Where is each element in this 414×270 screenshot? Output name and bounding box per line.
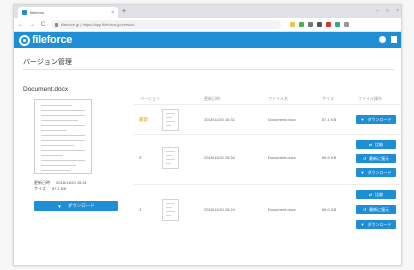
- close-window-button[interactable]: ×: [396, 7, 399, 16]
- meta-label-size: サイズ: [34, 186, 46, 191]
- table-row: 2 2018/11/20 15:30 Document.docx 86.9 KB…: [134, 134, 401, 183]
- table-row: 1 2018/11/20 15:24 Document.docx 86.0 KB…: [134, 184, 401, 234]
- download-icon: ▼: [360, 170, 365, 175]
- document-meta: 更新日時 2018/11/20 15:31 サイズ 87.1 KB: [34, 180, 87, 192]
- logo-text: fileforce: [32, 34, 73, 46]
- download-icon: ▼: [57, 203, 62, 209]
- maximize-button[interactable]: □: [386, 7, 389, 16]
- filename-cell: Document.docx: [268, 207, 296, 212]
- restore-button[interactable]: ↺ 最新に復元: [356, 154, 396, 163]
- row-download-label: ダウンロード: [367, 169, 392, 175]
- extension-dark-icon[interactable]: [317, 22, 322, 27]
- restore-icon: ↺: [362, 207, 367, 212]
- header-size: サイズ: [322, 96, 334, 101]
- restore-button[interactable]: ↺ 最新に復元: [356, 205, 396, 214]
- header-version: バージョン: [140, 96, 160, 101]
- version-thumbnail[interactable]: [162, 199, 179, 221]
- row-download-label: ダウンロード: [367, 221, 392, 227]
- date-cell: 2018/11/20 15:24: [204, 207, 235, 212]
- fileforce-logo[interactable]: fileforce: [19, 34, 72, 46]
- download-icon: ▼: [360, 117, 365, 122]
- tab-close-icon[interactable]: ×: [111, 10, 114, 16]
- restore-label: 最新に復元: [369, 206, 390, 212]
- address-bar: ← → C fileforce.jp | https://app.filefor…: [14, 18, 401, 32]
- url-text: fileforce.jp | https://app.fileforce.jp/…: [61, 22, 135, 27]
- restore-icon: ↺: [362, 156, 367, 161]
- document-preview: [34, 99, 92, 174]
- row-download-button[interactable]: ▼ ダウンロード: [356, 168, 396, 177]
- back-button[interactable]: ←: [18, 22, 24, 28]
- lock-icon: [55, 22, 58, 27]
- filename-cell: Document.docx: [268, 155, 296, 160]
- screen: fileforce × + – □ × ← → C fileforce.jp |…: [0, 0, 414, 270]
- compare-icon: ⇄: [368, 192, 373, 197]
- url-field[interactable]: fileforce.jp | https://app.fileforce.jp/…: [51, 20, 281, 29]
- header-actions: ファイル操作: [358, 96, 382, 101]
- user-icon[interactable]: [391, 36, 397, 43]
- size-cell: 86.9 KB: [322, 155, 337, 160]
- date-cell: 2018/11/20 15:30: [204, 155, 235, 160]
- extension-icons: [290, 22, 349, 27]
- version-cell: 1: [139, 207, 142, 212]
- logo-mark-icon: [19, 34, 30, 46]
- window-controls: – □ ×: [376, 7, 399, 16]
- table-header: バージョン 更新日時 ファイル名 サイズ ファイル操作: [136, 95, 401, 103]
- reload-button[interactable]: C: [40, 22, 46, 28]
- help-icon[interactable]: [379, 36, 386, 43]
- star-icon[interactable]: [290, 22, 295, 27]
- compare-label: 比較: [375, 141, 384, 147]
- favicon-icon: [22, 10, 27, 15]
- divider: [23, 69, 394, 70]
- menu-icon[interactable]: [344, 22, 349, 27]
- extension-green-icon[interactable]: [299, 22, 304, 27]
- row-download-button[interactable]: ▼ ダウンロード: [356, 115, 396, 124]
- version-thumbnail[interactable]: [162, 109, 179, 131]
- restore-label: 最新に復元: [369, 155, 390, 161]
- tab-title: fileforce: [30, 10, 45, 15]
- compare-button[interactable]: ⇄ 比較: [356, 190, 396, 199]
- version-thumbnail[interactable]: [162, 147, 179, 169]
- document-name: Document.docx: [23, 86, 69, 93]
- extension-teal-icon[interactable]: [335, 22, 340, 27]
- row-download-button[interactable]: ▼ ダウンロード: [356, 220, 396, 229]
- header-date: 更新日時: [204, 96, 220, 101]
- version-cell: 2: [139, 155, 142, 160]
- meta-value-size: 87.1 KB: [51, 186, 67, 191]
- version-cell: 最新: [139, 117, 148, 122]
- table-row: 最新 2018/11/20 15:31 Document.docx 87.1 K…: [134, 104, 401, 134]
- download-icon: ▼: [360, 222, 365, 227]
- download-label: ダウンロード: [67, 203, 95, 208]
- compare-label: 比較: [375, 191, 384, 197]
- filename-cell: Document.docx: [268, 117, 296, 122]
- tab-bar: fileforce × + – □ ×: [14, 5, 401, 18]
- extension-red-icon[interactable]: [326, 22, 331, 27]
- date-cell: 2018/11/20 15:31: [204, 117, 235, 122]
- compare-button[interactable]: ⇄ 比較: [356, 140, 396, 149]
- header-icons: [379, 36, 397, 43]
- forward-button[interactable]: →: [29, 22, 35, 28]
- browser-window: fileforce × + – □ × ← → C fileforce.jp |…: [13, 4, 402, 266]
- new-tab-button[interactable]: +: [122, 7, 126, 16]
- compare-icon: ⇄: [368, 142, 373, 147]
- download-button[interactable]: ▼ ダウンロード: [34, 201, 118, 211]
- row-download-label: ダウンロード: [367, 116, 392, 122]
- header-filename: ファイル名: [268, 96, 288, 101]
- browser-tab[interactable]: fileforce ×: [18, 7, 118, 18]
- size-cell: 87.1 KB: [322, 117, 337, 122]
- app-header: fileforce: [14, 32, 401, 48]
- size-cell: 86.0 KB: [322, 207, 337, 212]
- extension-icon[interactable]: [308, 22, 313, 27]
- page-title: バージョン管理: [23, 59, 72, 66]
- minimize-button[interactable]: –: [376, 7, 379, 16]
